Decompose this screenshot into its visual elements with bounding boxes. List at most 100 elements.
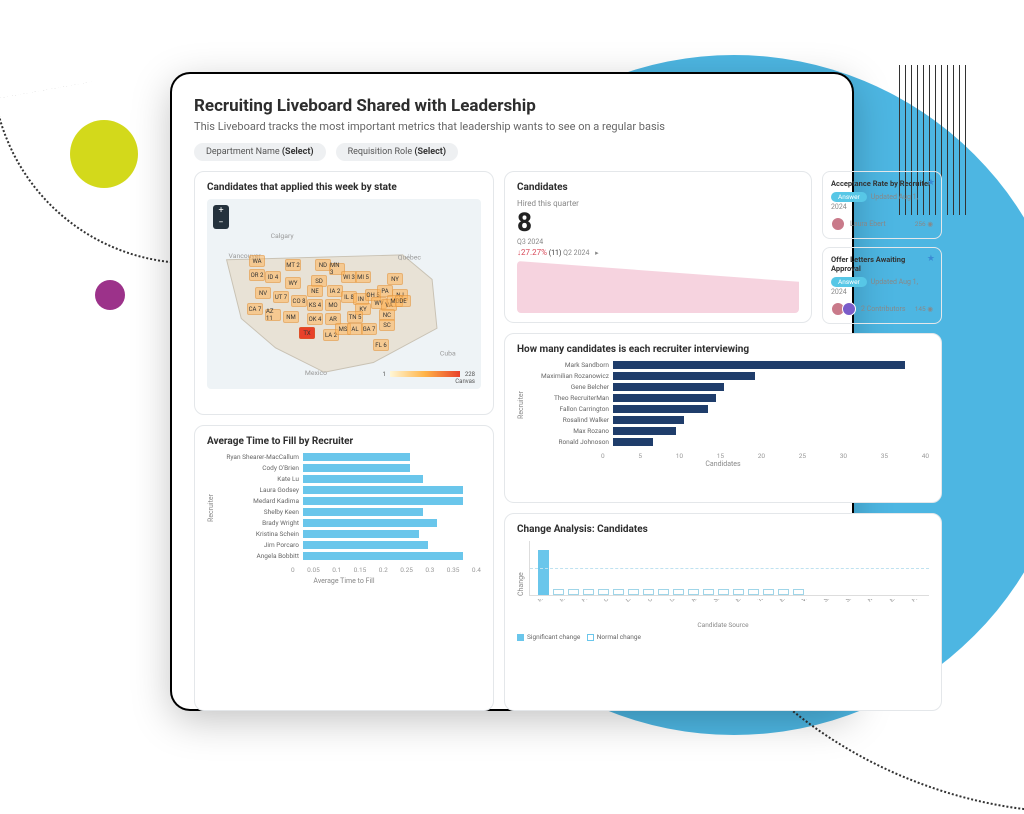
avatar	[842, 302, 856, 316]
bar[interactable]	[553, 589, 564, 595]
legend-swatch	[587, 634, 594, 641]
bar[interactable]	[733, 589, 744, 595]
card-title: Candidates that applied this week by sta…	[207, 182, 481, 193]
card-title: Change Analysis: Candidates	[517, 524, 929, 535]
star-icon[interactable]: ★	[927, 178, 935, 188]
bar[interactable]	[303, 475, 423, 483]
bar[interactable]	[718, 589, 729, 595]
bar[interactable]	[793, 589, 804, 595]
map-state[interactable]: CO 8	[291, 295, 307, 307]
map-state[interactable]: AZ 11	[265, 309, 281, 321]
map-state[interactable]: SC	[379, 319, 395, 331]
bar-label: Maximilian Rozanowicz	[529, 372, 609, 380]
bar[interactable]	[628, 589, 639, 595]
bar[interactable]	[303, 453, 410, 461]
filter-role[interactable]: Requisition Role (Select)	[336, 143, 458, 161]
card-title: How many candidates is each recruiter in…	[517, 344, 929, 355]
zoom-out-icon[interactable]: −	[213, 217, 229, 229]
x-axis-label: Candidates	[517, 460, 929, 468]
bar-label: Rosalind Walker	[529, 416, 609, 424]
avg-time-fill-card: Average Time to Fill by Recruiter Recrui…	[194, 425, 494, 711]
bar[interactable]	[613, 405, 708, 413]
map-state[interactable]: TX	[299, 327, 315, 339]
bar[interactable]	[613, 361, 905, 369]
bar[interactable]	[703, 589, 714, 595]
filter-department[interactable]: Department Name (Select)	[194, 143, 326, 161]
bar[interactable]	[303, 552, 463, 560]
tile-title: Offer Letters Awaiting Approval	[831, 255, 905, 273]
bar[interactable]	[673, 589, 684, 595]
map-state[interactable]: MT 2	[285, 259, 301, 271]
bar[interactable]	[688, 589, 699, 595]
sparkline-area	[517, 261, 799, 313]
tile-tag: Answer	[831, 277, 867, 287]
bar[interactable]	[583, 589, 594, 595]
candidates-kpi-card: Candidates Hired this quarter 8 Q3 2024 …	[504, 171, 812, 323]
bar-label: Shelby Keen	[219, 508, 299, 516]
us-map[interactable]: + − Calgary Vancouver Québec Mexico Cuba…	[207, 199, 481, 389]
bar[interactable]	[303, 519, 437, 527]
map-state[interactable]: ID 4	[265, 271, 281, 283]
map-state[interactable]: FL 6	[373, 339, 389, 351]
map-state[interactable]: DE	[395, 295, 411, 307]
y-axis-label: Change	[517, 541, 525, 596]
filter-label: Department Name	[206, 147, 280, 157]
bar[interactable]	[613, 394, 716, 402]
map-state[interactable]: MO	[325, 299, 341, 311]
bar[interactable]	[613, 372, 755, 380]
bar-label: Cody O'Brien	[219, 464, 299, 472]
bar[interactable]	[598, 589, 609, 595]
map-state[interactable]: NY	[387, 273, 403, 285]
map-state[interactable]: WA	[249, 255, 265, 267]
bar[interactable]	[568, 589, 579, 595]
zoom-controls[interactable]: + −	[213, 205, 229, 229]
star-icon[interactable]: ★	[927, 254, 935, 264]
bar-label: Kate Lu	[219, 475, 299, 483]
bar[interactable]	[303, 530, 419, 538]
kpi-period: Q3 2024	[517, 238, 799, 246]
map-state[interactable]: TN 5	[347, 311, 363, 323]
bar[interactable]	[303, 541, 428, 549]
bar[interactable]	[613, 383, 724, 391]
bar-label: Kristina Schein	[219, 530, 299, 538]
map-state[interactable]: GA 7	[361, 323, 377, 335]
bar[interactable]	[613, 438, 653, 446]
svg-text:Calgary: Calgary	[271, 232, 295, 240]
map-state[interactable]: WY	[285, 277, 301, 289]
bar[interactable]	[303, 486, 463, 494]
legend-gradient	[390, 371, 460, 377]
bar[interactable]	[538, 550, 549, 595]
page-subtitle: This Liveboard tracks the most important…	[194, 120, 830, 133]
x-axis-label: Average Time to Fill	[207, 577, 481, 585]
map-state[interactable]: MI 5	[355, 271, 371, 283]
tile-offer-letters[interactable]: ★ Offer Letters Awaiting Approval Answer…	[822, 247, 942, 324]
bar[interactable]	[643, 589, 654, 595]
chevron-right-icon[interactable]: ▸	[595, 249, 599, 257]
bar[interactable]	[303, 508, 423, 516]
tile-title: Acceptance Rate by Recruiter	[831, 179, 931, 188]
bar[interactable]	[778, 589, 789, 595]
bar[interactable]	[613, 427, 676, 435]
bar[interactable]	[303, 497, 463, 505]
zoom-in-icon[interactable]: +	[213, 205, 229, 217]
bar-row: Gene Belcher	[529, 383, 929, 391]
bar[interactable]	[763, 589, 774, 595]
map-state[interactable]: CA 7	[247, 303, 263, 315]
map-state[interactable]: UT 7	[273, 291, 289, 303]
change-analysis-card: Change Analysis: Candidates Change Indee…	[504, 513, 942, 711]
bar[interactable]	[303, 464, 410, 472]
bar[interactable]	[658, 589, 669, 595]
map-state[interactable]: KS 4	[307, 299, 323, 311]
bar[interactable]	[748, 589, 759, 595]
filter-value: (Select)	[414, 147, 446, 157]
map-state[interactable]: OK 4	[307, 313, 323, 325]
bar[interactable]	[613, 589, 624, 595]
bar-label: Ronald Johnoson	[529, 438, 609, 446]
map-state[interactable]: NM	[283, 311, 299, 323]
bar[interactable]	[613, 416, 684, 424]
tile-acceptance-rate[interactable]: ★ Acceptance Rate by Recruiter AnswerUpd…	[822, 171, 942, 239]
map-state[interactable]: NE	[307, 285, 323, 297]
map-state[interactable]: NV	[255, 287, 271, 299]
bar-row: Maximilian Rozanowicz	[529, 372, 929, 380]
map-state[interactable]: OR 2	[249, 269, 265, 281]
